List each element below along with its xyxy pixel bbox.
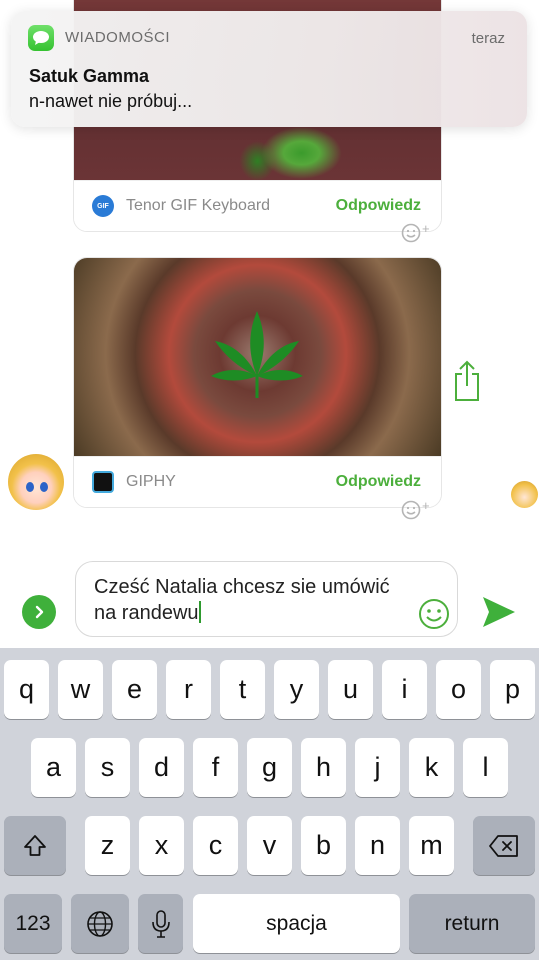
key-l[interactable]: l — [463, 738, 508, 797]
gif-footer: GIF Tenor GIF Keyboard Odpowiedz — [74, 180, 441, 231]
key-g[interactable]: g — [247, 738, 292, 797]
read-receipt-avatar — [511, 481, 538, 508]
space-key[interactable]: spacja — [193, 894, 400, 953]
key-d[interactable]: d — [139, 738, 184, 797]
key-t[interactable]: t — [220, 660, 265, 719]
key-e[interactable]: e — [112, 660, 157, 719]
reply-button[interactable]: Odpowiedz — [336, 473, 421, 491]
key-p[interactable]: p — [490, 660, 535, 719]
key-a[interactable]: a — [31, 738, 76, 797]
gif-source-label: GIPHY — [126, 473, 176, 490]
keyboard: q w e r t y u i o p a s d f g h j k l z … — [0, 648, 539, 960]
key-s[interactable]: s — [85, 738, 130, 797]
globe-icon — [87, 910, 113, 937]
dictation-key[interactable] — [138, 894, 183, 953]
globe-key[interactable] — [71, 894, 129, 953]
key-z[interactable]: z — [85, 816, 130, 875]
message-text: Cześć Natalia chcesz sie umówić na rande… — [94, 576, 390, 624]
cannabis-leaf-icon — [211, 311, 303, 398]
tenor-logo-icon: GIF — [92, 195, 114, 217]
key-x[interactable]: x — [139, 816, 184, 875]
message-input-text[interactable]: Cześć Natalia chcesz sie umówić na rande… — [94, 574, 404, 626]
key-q[interactable]: q — [4, 660, 49, 719]
add-reaction-icon[interactable]: + — [401, 498, 441, 522]
shift-key[interactable] — [4, 816, 66, 875]
key-j[interactable]: j — [355, 738, 400, 797]
share-icon[interactable] — [452, 360, 482, 407]
key-o[interactable]: o — [436, 660, 481, 719]
key-n[interactable]: n — [355, 816, 400, 875]
notification-app-name: WIADOMOŚCI — [65, 29, 170, 46]
text-caret — [198, 601, 201, 623]
send-button[interactable] — [481, 595, 517, 634]
key-c[interactable]: c — [193, 816, 238, 875]
giphy-logo-icon — [92, 471, 114, 493]
key-m[interactable]: m — [409, 816, 454, 875]
key-y[interactable]: y — [274, 660, 319, 719]
expand-button[interactable] — [22, 595, 56, 629]
send-icon — [483, 597, 515, 627]
key-f[interactable]: f — [193, 738, 238, 797]
key-v[interactable]: v — [247, 816, 292, 875]
microphone-icon — [151, 909, 170, 938]
notification-title: Satuk Gamma — [29, 66, 150, 86]
gif-footer: GIPHY Odpowiedz — [74, 456, 441, 507]
reply-button[interactable]: Odpowiedz — [336, 197, 421, 215]
key-b[interactable]: b — [301, 816, 346, 875]
key-i[interactable]: i — [382, 660, 427, 719]
key-h[interactable]: h — [301, 738, 346, 797]
numbers-key[interactable]: 123 — [4, 894, 62, 953]
message-input[interactable]: Cześć Natalia chcesz sie umówić na rande… — [75, 561, 458, 637]
sender-avatar[interactable] — [8, 454, 64, 510]
gif-message-giphy[interactable]: GIPHY Odpowiedz — [73, 257, 442, 508]
chevron-right-icon — [35, 605, 44, 619]
add-reaction-icon[interactable]: + — [401, 221, 441, 245]
shift-icon — [24, 834, 46, 856]
notification-body: n-nawet nie próbuj... — [29, 91, 193, 111]
emoji-icon[interactable] — [418, 598, 450, 635]
key-k[interactable]: k — [409, 738, 454, 797]
key-w[interactable]: w — [58, 660, 103, 719]
gif-image[interactable] — [74, 258, 441, 457]
key-r[interactable]: r — [166, 660, 211, 719]
messages-icon — [28, 25, 54, 51]
notification-time: teraz — [471, 30, 505, 47]
gif-source-label: Tenor GIF Keyboard — [126, 197, 271, 214]
notification-banner[interactable]: WIADOMOŚCI teraz Satuk Gamma n-nawet nie… — [11, 11, 527, 127]
key-u[interactable]: u — [328, 660, 373, 719]
backspace-icon — [489, 834, 518, 857]
return-key[interactable]: return — [409, 894, 535, 953]
backspace-key[interactable] — [473, 816, 535, 875]
